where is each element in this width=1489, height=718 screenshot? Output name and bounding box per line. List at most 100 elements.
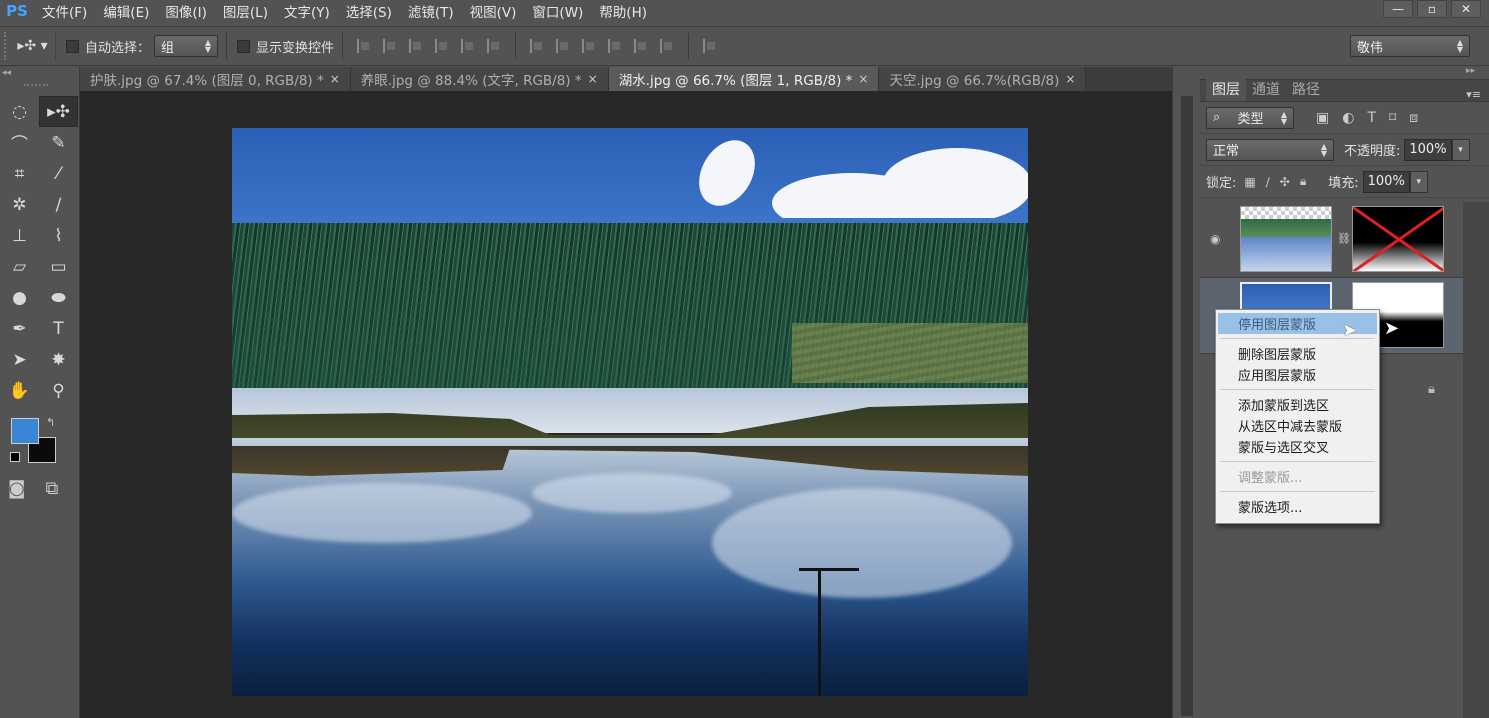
layers-scrollbar[interactable] — [1463, 202, 1489, 718]
auto-align-icon[interactable] — [703, 39, 717, 53]
align-right-icon[interactable] — [487, 39, 501, 53]
maximize-button[interactable]: ▫ — [1417, 0, 1447, 18]
tab-document[interactable]: 养眼.jpg @ 88.4% (文字, RGB/8) * × — [350, 67, 609, 91]
menu-item-add-mask-to-selection[interactable]: 添加蒙版到选区 — [1216, 394, 1379, 415]
image-canvas[interactable] — [232, 128, 1028, 696]
menu-type[interactable]: 文字(Y) — [276, 1, 338, 21]
filter-adjustment-icon[interactable]: ◐ — [1342, 110, 1354, 126]
eraser-tool-icon[interactable]: ▱ — [0, 251, 39, 282]
dodge-tool-icon[interactable]: ⬬ — [39, 282, 78, 313]
lasso-tool-icon[interactable]: ⌒ — [0, 127, 39, 158]
menu-window[interactable]: 窗口(W) — [524, 1, 591, 21]
default-colors-icon[interactable] — [10, 452, 20, 462]
tab-channels[interactable]: 通道 — [1246, 79, 1286, 101]
blend-mode-dropdown[interactable]: 正常 ▲ ▼ — [1206, 138, 1334, 161]
menu-image[interactable]: 图像(I) — [157, 1, 215, 21]
quick-mask-icon[interactable]: ◙ — [8, 478, 25, 499]
distribute-vcenter-icon[interactable] — [556, 39, 570, 53]
align-bottom-icon[interactable] — [409, 39, 423, 53]
minimize-button[interactable]: — — [1383, 0, 1413, 18]
distribute-top-icon[interactable] — [530, 39, 544, 53]
menu-file[interactable]: 文件(F) — [34, 1, 95, 21]
tab-document[interactable]: 天空.jpg @ 66.7%(RGB/8) × — [879, 67, 1087, 91]
fill-field[interactable]: 100% — [1362, 170, 1410, 193]
type-tool-icon[interactable]: T — [39, 313, 78, 344]
disabled-mask-thumbnail[interactable] — [1352, 206, 1444, 272]
lock-pixels-icon[interactable]: ∕ — [1266, 175, 1270, 189]
tab-document-active[interactable]: 湖水.jpg @ 66.7% (图层 1, RGB/8) * × — [608, 67, 880, 91]
screen-mode-icon[interactable]: ⧉ — [45, 478, 58, 499]
filter-type-icon[interactable]: T — [1367, 110, 1376, 126]
gradient-tool-icon[interactable]: ▭ — [39, 251, 78, 282]
menu-help[interactable]: 帮助(H) — [591, 1, 655, 21]
panel-grip[interactable] — [24, 84, 48, 87]
scrollbar-track[interactable] — [1181, 96, 1193, 716]
opacity-field[interactable]: 100% — [1404, 138, 1452, 161]
close-icon[interactable]: × — [330, 72, 340, 86]
path-select-icon[interactable]: ➤ — [0, 344, 39, 375]
marquee-tool-icon[interactable]: ◌ — [0, 96, 39, 127]
move-tool-preset-icon[interactable]: ▸✣ ▾ — [10, 32, 56, 60]
menu-view[interactable]: 视图(V) — [462, 1, 525, 21]
history-brush-icon[interactable]: ⌇ — [39, 220, 78, 251]
hand-tool-icon[interactable]: ✋ — [0, 375, 39, 406]
crop-tool-icon[interactable]: ⌗ — [0, 158, 39, 189]
tab-document[interactable]: 护肤.jpg @ 67.4% (图层 0, RGB/8) * × — [80, 67, 351, 91]
menu-layer[interactable]: 图层(L) — [215, 1, 276, 21]
filter-smart-object-icon[interactable]: ⧈ — [1409, 110, 1418, 126]
menu-item-mask-options[interactable]: 蒙版选项... — [1216, 496, 1379, 517]
lock-transparent-icon[interactable]: ▦ — [1244, 175, 1255, 189]
panel-menu-icon[interactable]: ▾≡ — [1466, 88, 1481, 101]
zoom-tool-icon[interactable]: ⚲ — [39, 375, 78, 406]
pen-tool-icon[interactable]: ✒ — [0, 313, 39, 344]
workspace-dropdown[interactable]: 敬伟 ▲ ▼ — [1350, 35, 1470, 57]
lock-all-icon[interactable]: 🔒︎ — [1300, 174, 1306, 189]
align-left-icon[interactable] — [435, 39, 449, 53]
opacity-slider-button[interactable]: ▾ — [1451, 138, 1470, 161]
mask-link-icon[interactable]: ⛓︎ — [1337, 232, 1351, 245]
menu-filter[interactable]: 滤镜(T) — [400, 1, 462, 21]
menu-item-delete-layer-mask[interactable]: 删除图层蒙版 — [1216, 343, 1379, 364]
close-window-button[interactable]: ✕ — [1451, 0, 1481, 18]
distribute-left-icon[interactable] — [608, 39, 622, 53]
distribute-right-icon[interactable] — [660, 39, 674, 53]
vertical-scrollbar[interactable] — [1172, 66, 1200, 718]
align-top-icon[interactable] — [357, 39, 371, 53]
visibility-eye-icon[interactable]: ◉ — [1210, 232, 1220, 246]
auto-select-checkbox[interactable] — [66, 39, 79, 53]
layer-thumbnail[interactable] — [1240, 206, 1332, 272]
filter-kind-dropdown[interactable]: ⌕ 类型 ▲ ▼ — [1206, 106, 1294, 129]
distribute-hcenter-icon[interactable] — [634, 39, 648, 53]
menu-item-apply-layer-mask[interactable]: 应用图层蒙版 — [1216, 364, 1379, 385]
move-tool-icon[interactable]: ▸✣ — [39, 96, 78, 127]
brush-tool-icon[interactable]: ∕ — [39, 189, 78, 220]
foreground-color-swatch[interactable] — [11, 418, 39, 444]
eyedropper-tool-icon[interactable]: ⁄ — [39, 158, 78, 189]
distribute-bottom-icon[interactable] — [582, 39, 596, 53]
menu-select[interactable]: 选择(S) — [338, 1, 400, 21]
clone-stamp-icon[interactable]: ⊥ — [0, 220, 39, 251]
swap-colors-icon[interactable]: ↰ — [46, 416, 55, 429]
menu-item-subtract-mask-from-selection[interactable]: 从选区中减去蒙版 — [1216, 415, 1379, 436]
quick-select-tool-icon[interactable]: ✎ — [39, 127, 78, 158]
lock-position-icon[interactable]: ✣ — [1280, 175, 1290, 189]
show-transform-checkbox[interactable] — [237, 39, 251, 53]
close-icon[interactable]: × — [588, 72, 598, 86]
tab-paths[interactable]: 路径 — [1286, 79, 1326, 101]
close-icon[interactable]: × — [1065, 72, 1075, 86]
tab-layers[interactable]: 图层 — [1206, 79, 1246, 101]
close-icon[interactable]: × — [858, 72, 868, 86]
blur-tool-icon[interactable]: ● — [0, 282, 39, 313]
menu-edit[interactable]: 编辑(E) — [95, 1, 157, 21]
layer-row[interactable]: ◉ ⛓︎ — [1200, 202, 1463, 278]
fill-slider-button[interactable]: ▾ — [1409, 170, 1428, 193]
expand-icon[interactable]: ▸▸ — [1466, 66, 1475, 76]
auto-select-dropdown[interactable]: 组 ▲ ▼ — [154, 35, 219, 57]
menu-item-intersect-mask-with-selection[interactable]: 蒙版与选区交叉 — [1216, 436, 1379, 457]
custom-shape-icon[interactable]: ✸ — [39, 344, 78, 375]
filter-shape-icon[interactable]: ⌑ — [1389, 110, 1396, 126]
collapse-icon[interactable]: ◂◂ — [2, 68, 11, 78]
align-vcenter-icon[interactable] — [383, 39, 397, 53]
filter-pixel-icon[interactable]: ▣ — [1316, 110, 1329, 126]
align-hcenter-icon[interactable] — [461, 39, 475, 53]
